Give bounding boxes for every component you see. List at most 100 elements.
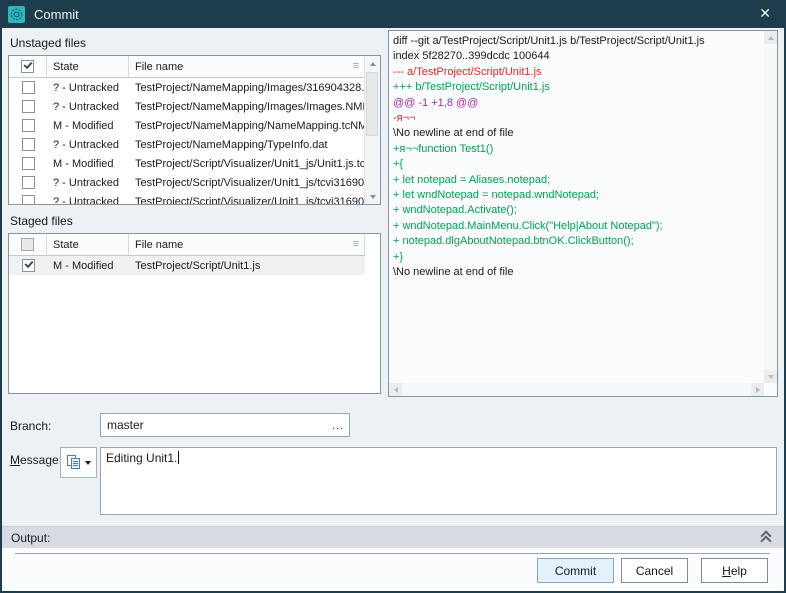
diff-line: + wndNotepad.MainMenu.Click("Help|About … [393, 219, 761, 234]
branch-label: Branch: [10, 419, 51, 433]
diff-line: --- a/TestProject/Script/Unit1.js [393, 65, 761, 80]
diff-line: \No newline at end of file [393, 126, 761, 141]
branch-browse-button[interactable]: … [327, 418, 349, 432]
cancel-button[interactable]: Cancel [621, 558, 688, 583]
diff-line: + let wndNotepad = notepad.wndNotepad; [393, 188, 761, 203]
file-row[interactable]: M - ModifiedTestProject/Script/Visualize… [9, 154, 365, 173]
file-name: TestProject/NameMapping/TypeInfo.dat [129, 139, 365, 151]
close-button[interactable]: ✕ [759, 5, 771, 21]
message-label: Message: [10, 453, 62, 467]
row-checkbox[interactable] [22, 119, 35, 132]
diff-line: +++ b/TestProject/Script/Unit1.js [393, 80, 761, 95]
row-checkbox-cell [9, 195, 47, 205]
window-title: Commit [34, 7, 79, 22]
file-state: M - Modified [47, 260, 129, 272]
diff-line: diff --git a/TestProject/Script/Unit1.js… [393, 34, 761, 49]
diff-line: index 5f28270..399dcdc 100644 [393, 49, 761, 64]
scroll-up-icon[interactable] [365, 56, 380, 71]
row-checkbox-cell [9, 176, 47, 189]
diff-horizontal-scrollbar[interactable] [389, 383, 764, 396]
file-name: TestProject/Script/Unit1.js [129, 260, 365, 272]
output-bar: Output: [2, 526, 784, 548]
row-checkbox[interactable] [22, 195, 35, 205]
file-state: ? - Untracked [47, 101, 129, 113]
commit-dialog: Commit ✕ Unstaged files State File name … [0, 0, 786, 593]
branch-field[interactable]: master … [100, 413, 350, 437]
vertical-scrollbar[interactable] [364, 56, 380, 204]
row-checkbox[interactable] [22, 81, 35, 94]
sort-icon: ≡ [353, 238, 359, 250]
file-state: ? - Untracked [47, 177, 129, 189]
scroll-down-icon[interactable] [365, 189, 380, 204]
row-checkbox[interactable] [22, 259, 35, 272]
select-all-checkbox[interactable] [21, 60, 34, 73]
scroll-down-icon[interactable] [764, 370, 777, 383]
commit-button[interactable]: Commit [537, 558, 614, 583]
diff-line: + notepad.dlgAboutNotepad.btnOK.ClickBut… [393, 234, 761, 249]
sort-icon: ≡ [353, 60, 359, 72]
select-all-cell[interactable] [9, 234, 47, 255]
commit-message-text: Editing Unit1. [106, 451, 177, 465]
help-button[interactable]: Help [701, 558, 768, 583]
column-header-file[interactable]: File name ≡ [129, 56, 365, 77]
diff-line: + wndNotepad.Activate(); [393, 203, 761, 218]
row-checkbox-cell [9, 119, 47, 132]
file-name: TestProject/NameMapping/Images/316904328… [129, 82, 365, 94]
row-checkbox[interactable] [22, 176, 35, 189]
row-checkbox[interactable] [22, 138, 35, 151]
unstaged-files-table: State File name ≡ ? - UntrackedTestProje… [8, 55, 381, 205]
file-name: TestProject/Script/Visualizer/Unit1_js/U… [129, 158, 365, 170]
diff-line: -я¬¬ [393, 111, 761, 126]
message-templates-button[interactable] [60, 447, 97, 478]
table-header: State File name ≡ [9, 56, 365, 78]
staged-files-table: State File name ≡ M - ModifiedTestProjec… [8, 233, 381, 394]
scroll-up-icon[interactable] [764, 31, 777, 44]
diff-line: @@ -1 +1,8 @@ [393, 96, 761, 111]
commit-message-input[interactable]: Editing Unit1. [100, 447, 777, 515]
file-name: TestProject/NameMapping/NameMapping.tcNM [129, 120, 365, 132]
expand-output-icon[interactable] [760, 531, 772, 545]
column-header-file-label: File name [135, 239, 183, 251]
output-label: Output: [11, 531, 50, 545]
scroll-right-icon[interactable] [751, 383, 764, 396]
column-header-file[interactable]: File name ≡ [129, 234, 365, 255]
file-state: M - Modified [47, 120, 129, 132]
file-row[interactable]: M - ModifiedTestProject/NameMapping/Name… [9, 116, 365, 135]
diff-line: \No newline at end of file [393, 265, 761, 280]
diff-vertical-scrollbar[interactable] [764, 31, 777, 383]
diff-view: diff --git a/TestProject/Script/Unit1.js… [388, 30, 778, 397]
row-checkbox-cell [9, 138, 47, 151]
row-checkbox[interactable] [22, 100, 35, 113]
scroll-left-icon[interactable] [389, 383, 402, 396]
file-state: ? - Untracked [47, 196, 129, 206]
file-state: ? - Untracked [47, 82, 129, 94]
file-name: TestProject/Script/Visualizer/Unit1_js/t… [129, 177, 365, 189]
diff-line: +я¬¬function Test1() [393, 142, 761, 157]
unstaged-files-label: Unstaged files [10, 36, 86, 50]
paste-icon [66, 455, 82, 470]
file-row[interactable]: ? - UntrackedTestProject/Script/Visualiz… [9, 173, 365, 192]
column-header-file-label: File name [135, 61, 183, 73]
scrollbar-thumb[interactable] [366, 72, 378, 136]
file-row[interactable]: ? - UntrackedTestProject/NameMapping/Ima… [9, 78, 365, 97]
select-all-checkbox[interactable] [21, 238, 34, 251]
file-state: ? - Untracked [47, 139, 129, 151]
staged-files-label: Staged files [10, 214, 73, 228]
branch-value: master [107, 418, 327, 432]
column-header-state[interactable]: State [47, 56, 129, 77]
testcomplete-app-icon [8, 6, 25, 23]
file-row[interactable]: ? - UntrackedTestProject/Script/Visualiz… [9, 192, 365, 205]
row-checkbox-cell [9, 259, 47, 272]
file-row[interactable]: M - ModifiedTestProject/Script/Unit1.js [9, 256, 365, 275]
column-header-state[interactable]: State [47, 234, 129, 255]
file-row[interactable]: ? - UntrackedTestProject/NameMapping/Ima… [9, 97, 365, 116]
row-checkbox-cell [9, 81, 47, 94]
diff-content: diff --git a/TestProject/Script/Unit1.js… [393, 34, 761, 380]
file-row[interactable]: ? - UntrackedTestProject/NameMapping/Typ… [9, 135, 365, 154]
dropdown-arrow-icon [85, 461, 91, 465]
row-checkbox[interactable] [22, 157, 35, 170]
select-all-cell[interactable] [9, 56, 47, 77]
file-name: TestProject/Script/Visualizer/Unit1_js/t… [129, 196, 365, 206]
separator [15, 553, 770, 554]
titlebar: Commit ✕ [0, 0, 786, 28]
